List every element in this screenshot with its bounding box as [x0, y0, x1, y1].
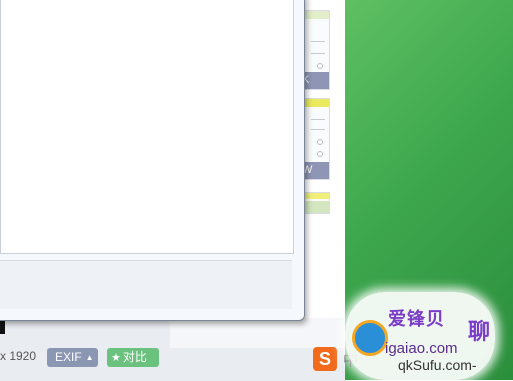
- thumbnail-line: [311, 119, 325, 120]
- dialog-window[interactable]: [0, 0, 305, 321]
- thumbnail-dot: [317, 151, 323, 157]
- thumbnail-dot: [317, 63, 323, 69]
- dialog-footer: [0, 260, 292, 309]
- star-icon: ★: [111, 351, 121, 364]
- caret-up-icon: ▲: [85, 353, 94, 363]
- compare-label: 对比: [122, 350, 147, 364]
- thumbnail-line: [311, 129, 325, 130]
- exif-button[interactable]: EXIF ▲: [47, 348, 98, 367]
- thumbnail-line: [311, 53, 325, 54]
- thumbnail-line: [311, 41, 325, 42]
- viewer-status-panel: [170, 318, 345, 348]
- dialog-content-area: [0, 0, 294, 254]
- sogou-ime-icon[interactable]: S: [313, 347, 337, 371]
- watermark-url-2: qkSufu.com-: [398, 357, 477, 373]
- exif-label: EXIF: [55, 350, 82, 364]
- watermark-url: igaiao.com: [385, 340, 458, 357]
- watermark-logo-icon: [352, 320, 388, 356]
- thumbnail-dot: [317, 139, 323, 145]
- watermark-title: 爱锋贝: [388, 309, 445, 330]
- watermark-title-2: 聊: [468, 320, 491, 345]
- image-size-text: x 1920: [0, 349, 37, 363]
- compare-button[interactable]: ★ 对比: [107, 348, 159, 367]
